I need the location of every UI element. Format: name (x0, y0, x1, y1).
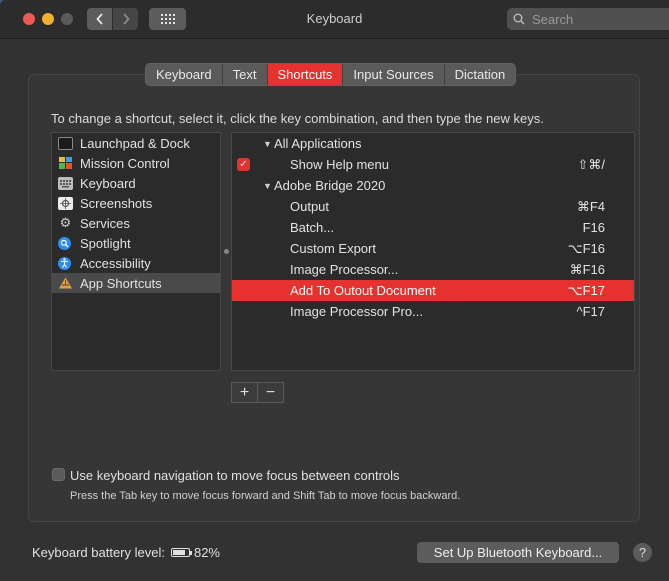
tab-keyboard[interactable]: Keyboard (146, 64, 223, 85)
shortcut-row[interactable]: Image Processor Pro... ^F17 (232, 301, 634, 322)
setup-bluetooth-keyboard-button[interactable]: Set Up Bluetooth Keyboard... (417, 542, 619, 563)
shortcut-name: Batch... (290, 220, 335, 235)
category-keyboard[interactable]: Keyboard (52, 173, 220, 193)
app-shortcuts-icon (58, 277, 73, 290)
gear-icon: ⚙ (59, 215, 72, 230)
category-label: Screenshots (80, 195, 153, 211)
shortcut-row-selected[interactable]: Add To Outout Document ⌥F17 (232, 280, 634, 301)
keyboard-navigation-checkbox[interactable] (52, 468, 65, 481)
remove-shortcut-button[interactable]: − (257, 383, 283, 402)
category-label: App Shortcuts (80, 275, 162, 291)
battery-icon (170, 548, 192, 557)
category-label: Keyboard (80, 175, 136, 191)
help-button[interactable]: ? (633, 543, 652, 562)
category-label: Launchpad & Dock (80, 135, 190, 151)
tab-dictation[interactable]: Dictation (445, 64, 516, 85)
spotlight-icon (58, 236, 71, 250)
shortcut-row[interactable]: Batch... F16 (232, 217, 634, 238)
add-shortcut-button[interactable]: + (232, 383, 257, 402)
battery-fill (172, 550, 186, 555)
tab-input-sources[interactable]: Input Sources (343, 64, 445, 85)
battery-value: 82% (193, 545, 220, 560)
category-spotlight[interactable]: Spotlight (52, 233, 220, 253)
enable-checkbox[interactable]: ✓ (237, 158, 250, 171)
disclosure-triangle-icon[interactable]: ▼ (263, 181, 272, 191)
group-row-all-applications[interactable]: ▼ All Applications (232, 133, 634, 154)
shortcut-name: Add To Outout Document (290, 283, 436, 298)
category-accessibility[interactable]: Accessibility (52, 253, 220, 273)
category-label: Services (80, 215, 130, 231)
shortcut-keys[interactable]: ^F17 (576, 304, 605, 319)
shortcut-name: Show Help menu (290, 157, 389, 172)
preferences-window: Keyboard Keyboard Text Shortcuts Input S… (0, 0, 669, 581)
shortcut-keys[interactable]: ⌥F16 (568, 241, 605, 257)
disclosure-triangle-icon[interactable]: ▼ (263, 139, 272, 149)
battery-status: Keyboard battery level: 82% (32, 545, 220, 560)
shortcut-row[interactable]: Custom Export ⌥F16 (232, 238, 634, 259)
category-app-shortcuts[interactable]: App Shortcuts (52, 273, 220, 293)
shortcut-keys[interactable]: ⌥F17 (568, 283, 605, 299)
shortcut-keys[interactable]: F16 (583, 220, 605, 235)
category-list: Launchpad & Dock Mission Control Keyboar… (51, 132, 221, 371)
search-field[interactable] (507, 8, 669, 30)
tab-text[interactable]: Text (223, 64, 268, 85)
category-screenshots[interactable]: Screenshots (52, 193, 220, 213)
titlebar: Keyboard (0, 0, 669, 39)
shortcut-row[interactable]: ✓ Show Help menu ⇧⌘/ (232, 154, 634, 175)
mission-control-icon (58, 157, 73, 170)
shortcut-name: Custom Export (290, 241, 376, 256)
instruction-text: To change a shortcut, select it, click t… (51, 111, 544, 126)
tab-bar: Keyboard Text Shortcuts Input Sources Di… (145, 63, 517, 86)
shortcut-keys[interactable]: ⇧⌘/ (577, 157, 605, 173)
category-label: Spotlight (80, 235, 131, 251)
shortcut-name: Image Processor Pro... (290, 304, 423, 319)
shortcut-name: Image Processor... (290, 262, 399, 277)
battery-label: Keyboard battery level: (32, 545, 165, 560)
shortcut-keys[interactable]: ⌘F16 (570, 262, 605, 278)
add-remove-controls: + − (231, 382, 284, 403)
group-label: Adobe Bridge 2020 (274, 178, 386, 193)
search-input[interactable] (530, 10, 664, 28)
shortcut-name: Output (290, 199, 330, 214)
accessibility-icon (58, 256, 71, 270)
screenshots-icon (58, 196, 73, 210)
category-launchpad-dock[interactable]: Launchpad & Dock (52, 133, 220, 153)
launchpad-icon (58, 136, 73, 150)
keyboard-navigation-label[interactable]: Use keyboard navigation to move focus be… (70, 468, 400, 483)
shortcut-keys[interactable]: ⌘F4 (577, 199, 605, 215)
search-icon (513, 13, 525, 25)
tab-shortcuts[interactable]: Shortcuts (267, 64, 344, 85)
category-mission-control[interactable]: Mission Control (52, 153, 220, 173)
group-label: All Applications (274, 136, 362, 151)
category-services[interactable]: ⚙ Services (52, 213, 220, 233)
category-label: Mission Control (80, 155, 170, 171)
group-row-adobe-bridge[interactable]: ▼ Adobe Bridge 2020 (232, 175, 634, 196)
shortcuts-list: ▼ All Applications ✓ Show Help menu ⇧⌘/ … (231, 132, 635, 371)
shortcut-row[interactable]: Image Processor... ⌘F16 (232, 259, 634, 280)
keyboard-navigation-hint: Press the Tab key to move focus forward … (70, 490, 461, 502)
battery-tip (189, 551, 192, 555)
split-view-handle[interactable] (224, 249, 229, 254)
keyboard-icon (58, 176, 73, 190)
shortcut-row[interactable]: Output ⌘F4 (232, 196, 634, 217)
category-label: Accessibility (80, 255, 151, 271)
